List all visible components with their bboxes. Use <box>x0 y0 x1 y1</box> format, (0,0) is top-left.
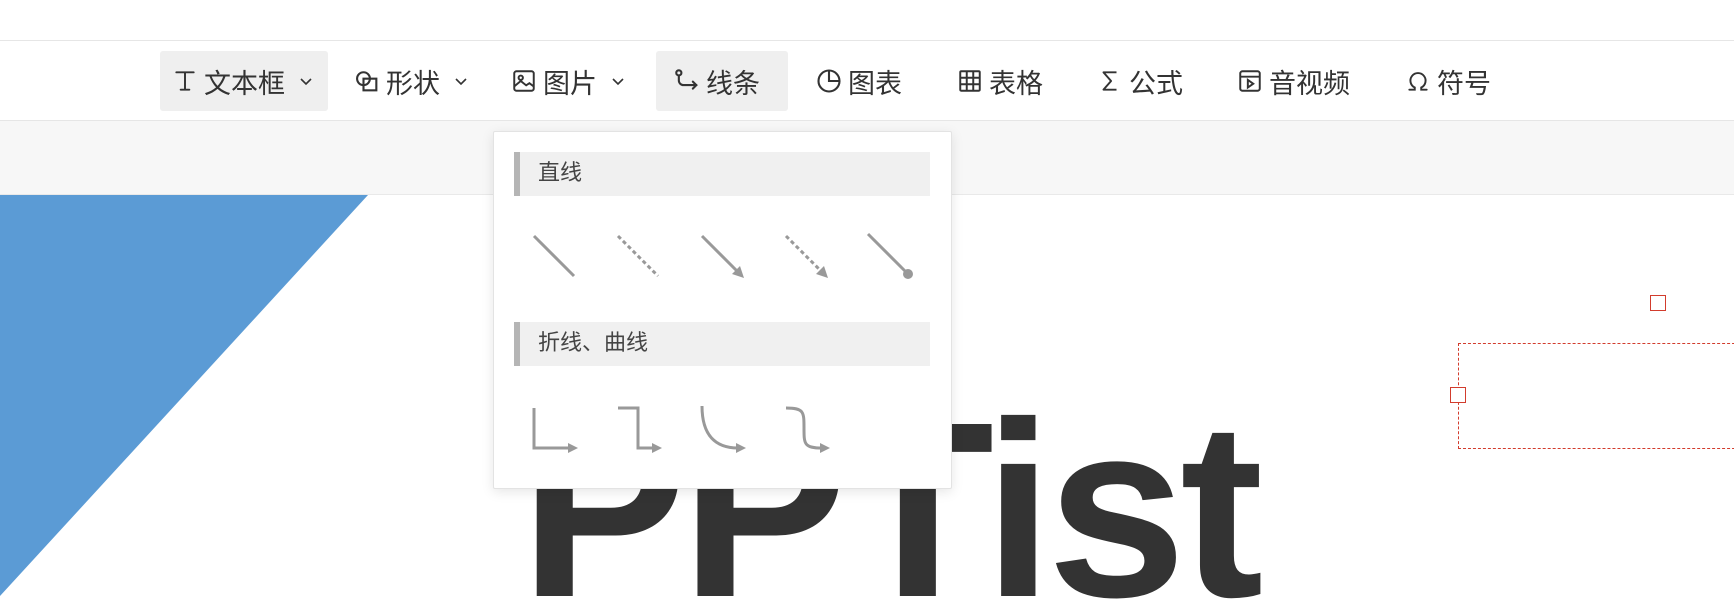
table-grid-icon <box>955 66 985 96</box>
line-style-dropdown: 直线 折线、曲线 <box>493 131 952 489</box>
formula-tool-label: 公式 <box>1129 68 1183 100</box>
media-tool-button[interactable]: 音视频 <box>1235 51 1350 111</box>
sigma-icon <box>1095 66 1125 96</box>
pie-chart-icon <box>814 66 844 96</box>
dashed-line-option[interactable] <box>610 228 666 284</box>
arrow-line-icon <box>700 234 744 278</box>
dashed-arrow-line-option[interactable] <box>778 228 834 284</box>
selected-element-outline[interactable] <box>1458 343 1734 449</box>
straight-line-option[interactable] <box>526 228 582 284</box>
table-tool-button[interactable]: 表格 <box>955 51 1043 111</box>
straight-line-icon <box>532 234 576 278</box>
shape-tool-button[interactable]: 形状 <box>352 51 472 111</box>
insert-toolbar: 文本框 形状 图片 线条 图表 表格 公式 音视频 符号 <box>0 41 1734 121</box>
elbow-connector-option[interactable] <box>526 400 582 456</box>
media-icon <box>1235 66 1265 96</box>
dashed-line-icon <box>616 234 660 278</box>
chevron-down-icon[interactable] <box>450 70 472 92</box>
textbox-tool-label: 文本框 <box>204 68 285 100</box>
image-tool-label: 图片 <box>543 68 597 100</box>
symbol-tool-label: 符号 <box>1437 68 1491 100</box>
chevron-down-icon[interactable] <box>607 70 629 92</box>
symbol-tool-button[interactable]: 符号 <box>1403 51 1491 111</box>
chart-tool-label: 图表 <box>848 68 902 100</box>
rotate-handle[interactable] <box>1650 295 1666 311</box>
s-curve-connector-option[interactable] <box>778 400 834 456</box>
blue-triangle-shape[interactable] <box>0 195 380 612</box>
polyline-curve-section-title: 折线、曲线 <box>514 322 930 366</box>
double-elbow-connector-option[interactable] <box>610 400 666 456</box>
chevron-down-icon[interactable] <box>295 70 317 92</box>
dot-end-line-option[interactable] <box>862 228 918 284</box>
arrow-line-option[interactable] <box>694 228 750 284</box>
image-tool-button[interactable]: 图片 <box>509 51 629 111</box>
line-tool-button[interactable]: 线条 <box>656 51 788 111</box>
dot-end-line-icon <box>866 232 913 279</box>
curve-connector-option[interactable] <box>694 400 750 456</box>
formula-tool-button[interactable]: 公式 <box>1095 51 1183 111</box>
table-tool-label: 表格 <box>989 68 1043 100</box>
shape-tool-label: 形状 <box>386 68 440 100</box>
textbox-tool-button[interactable]: 文本框 <box>160 51 328 111</box>
elbow-connector-icon <box>532 408 578 453</box>
chart-tool-button[interactable]: 图表 <box>814 51 902 111</box>
dashed-arrow-line-icon <box>784 234 828 278</box>
connector-line-icon <box>672 66 702 96</box>
straight-line-section-title: 直线 <box>514 152 930 196</box>
shape-icon <box>352 66 382 96</box>
media-tool-label: 音视频 <box>1269 68 1350 100</box>
omega-icon <box>1403 66 1433 96</box>
top-bar <box>0 0 1734 41</box>
curve-connector-icon <box>700 405 746 453</box>
image-icon <box>509 66 539 96</box>
line-tool-label: 线条 <box>706 68 760 100</box>
s-curve-connector-icon <box>785 406 830 453</box>
resize-handle-left[interactable] <box>1450 387 1466 403</box>
double-elbow-connector-icon <box>618 406 662 453</box>
text-cursor-icon <box>170 66 200 96</box>
